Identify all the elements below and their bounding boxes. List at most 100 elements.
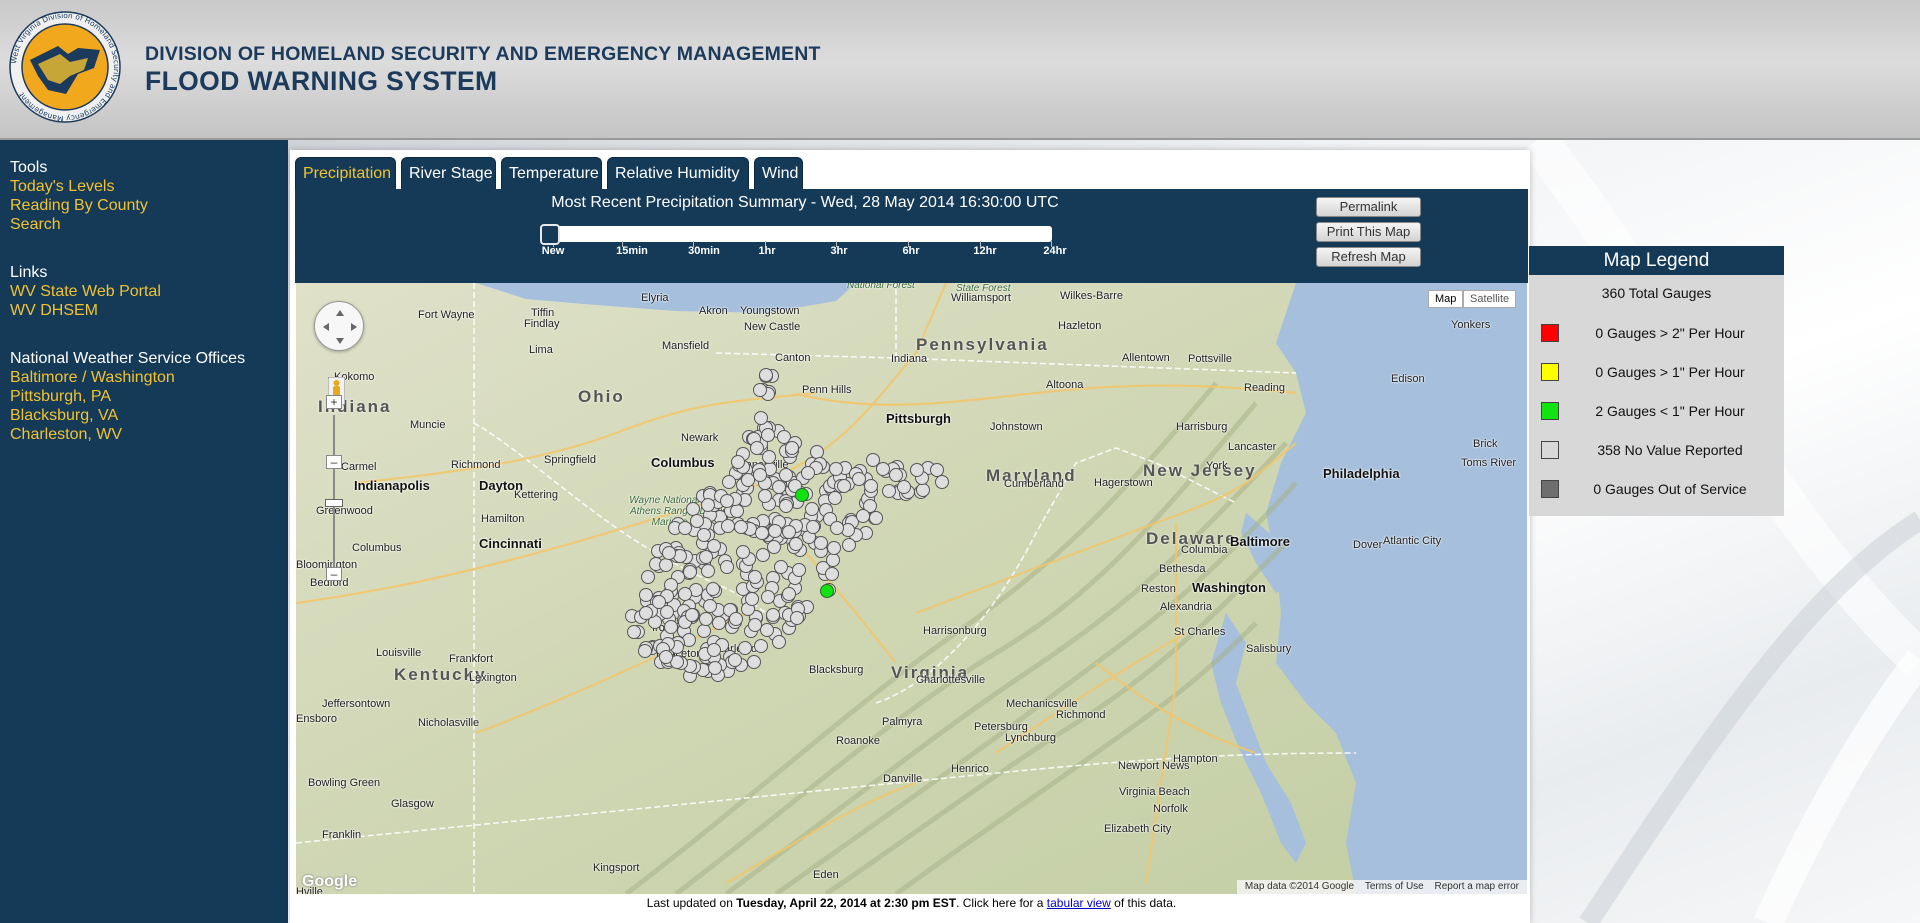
time-slider-handle[interactable] xyxy=(540,224,560,245)
gauge-marker[interactable] xyxy=(851,472,866,487)
gauge-marker[interactable] xyxy=(638,588,653,602)
gauge-marker[interactable] xyxy=(698,549,713,564)
map-type-map-button[interactable]: Map xyxy=(1428,290,1464,308)
tab-river-stage[interactable]: River Stage xyxy=(401,157,496,190)
gauge-marker[interactable] xyxy=(935,474,949,489)
gauge-marker[interactable] xyxy=(747,617,762,632)
sidebar-link-wv-portal[interactable]: WV State Web Portal xyxy=(10,282,278,301)
tab-temperature[interactable]: Temperature xyxy=(501,157,602,190)
gauge-marker[interactable] xyxy=(661,546,676,560)
gauge-marker[interactable] xyxy=(738,640,752,655)
report-map-error-link[interactable]: Report a map error xyxy=(1435,881,1519,892)
gauge-marker[interactable] xyxy=(792,563,806,578)
gauge-marker[interactable] xyxy=(766,607,781,622)
gauge-marker[interactable] xyxy=(659,650,674,665)
gauge-marker[interactable] xyxy=(829,520,844,535)
gauge-marker[interactable] xyxy=(728,612,743,627)
gauge-marker[interactable] xyxy=(757,489,772,504)
gauge-marker[interactable] xyxy=(707,643,722,658)
gauge-marker[interactable] xyxy=(626,624,641,639)
gauge-marker[interactable] xyxy=(779,498,794,513)
gauge-marker[interactable] xyxy=(826,553,841,568)
gauge-marker[interactable] xyxy=(836,479,851,494)
gauge-marker[interactable] xyxy=(881,483,896,498)
gauge-marker[interactable] xyxy=(730,454,745,469)
sidebar-link-nws-blacksburg[interactable]: Blacksburg, VA xyxy=(10,406,278,425)
gauge-marker[interactable] xyxy=(760,589,775,604)
gauge-marker[interactable] xyxy=(753,382,768,397)
gauge-marker[interactable] xyxy=(734,519,748,534)
gauge-marker[interactable] xyxy=(768,524,782,539)
map-type-satellite-button[interactable]: Satellite xyxy=(1463,290,1517,308)
gauge-marker[interactable] xyxy=(772,635,786,650)
gauge-marker[interactable] xyxy=(747,655,762,669)
gauge-marker[interactable] xyxy=(677,586,692,601)
gauge-marker[interactable] xyxy=(767,540,782,555)
gauge-marker[interactable] xyxy=(825,567,840,582)
gauge-marker[interactable] xyxy=(916,483,931,498)
print-map-button[interactable]: Print This Map xyxy=(1316,222,1421,242)
sidebar-link-nws-charleston[interactable]: Charleston, WV xyxy=(10,425,278,444)
gauge-marker[interactable] xyxy=(774,560,788,575)
gauge-marker[interactable] xyxy=(758,368,773,382)
gauge-marker[interactable] xyxy=(705,582,720,597)
sidebar-link-nws-pittsburgh[interactable]: Pittsburgh, PA xyxy=(10,387,278,406)
gauge-marker[interactable] xyxy=(720,494,734,509)
gauge-marker[interactable] xyxy=(761,450,776,465)
gauge-map[interactable]: Pennsylvania Ohio Indiana Maryland New J… xyxy=(296,283,1527,894)
gauge-marker[interactable] xyxy=(761,427,776,442)
gauge-marker[interactable] xyxy=(863,478,878,493)
gauge-marker[interactable] xyxy=(698,611,713,626)
zoom-slider-handle[interactable] xyxy=(325,499,343,507)
gauge-marker[interactable] xyxy=(736,544,751,559)
gauge-marker[interactable] xyxy=(652,595,667,610)
gauge-marker[interactable] xyxy=(753,410,768,425)
permalink-button[interactable]: Permalink xyxy=(1316,197,1421,217)
gauge-marker[interactable] xyxy=(760,622,775,637)
gauge-marker[interactable] xyxy=(855,509,870,524)
gauge-marker[interactable] xyxy=(744,591,759,606)
zoom-out-button[interactable]: – xyxy=(326,567,342,581)
gauge-marker[interactable] xyxy=(703,598,717,613)
gauge-marker[interactable] xyxy=(685,608,700,622)
gauge-marker[interactable] xyxy=(752,467,767,482)
zoom-in-button[interactable]: + xyxy=(326,395,342,409)
gauge-marker[interactable] xyxy=(682,564,697,579)
gauge-marker[interactable] xyxy=(788,537,803,552)
terms-of-use-link[interactable]: Terms of Use xyxy=(1365,881,1424,892)
gauge-marker[interactable] xyxy=(696,528,711,543)
gauge-marker[interactable] xyxy=(784,440,799,455)
gauge-marker[interactable] xyxy=(690,514,704,528)
gauge-marker[interactable] xyxy=(782,525,796,540)
time-slider-track[interactable] xyxy=(540,226,1052,242)
gauge-marker[interactable] xyxy=(727,652,742,667)
gauge-marker[interactable] xyxy=(677,520,692,535)
gauge-marker[interactable] xyxy=(700,497,715,512)
gauge-marker[interactable] xyxy=(829,462,844,477)
gauge-marker[interactable] xyxy=(701,564,716,579)
tabular-view-link[interactable]: tabular view xyxy=(1047,896,1111,910)
refresh-map-button[interactable]: Refresh Map xyxy=(1316,247,1421,267)
gauge-marker[interactable] xyxy=(782,586,797,601)
gauge-marker[interactable] xyxy=(876,461,890,476)
gauge-marker[interactable] xyxy=(638,643,653,658)
sidebar-link-search[interactable]: Search xyxy=(10,215,278,234)
gauge-marker[interactable] xyxy=(897,479,912,494)
gauge-marker[interactable] xyxy=(804,502,819,517)
gauge-marker[interactable] xyxy=(640,569,655,584)
sidebar-link-nws-baltimore[interactable]: Baltimore / Washington xyxy=(10,368,278,387)
gauge-marker[interactable] xyxy=(805,519,820,534)
gauge-marker[interactable] xyxy=(753,638,768,653)
gauge-marker[interactable] xyxy=(869,510,884,525)
gauge-marker[interactable] xyxy=(813,535,828,550)
gauge-marker[interactable] xyxy=(750,441,765,456)
tab-relative-humidity[interactable]: Relative Humidity xyxy=(607,157,749,190)
gauge-marker[interactable] xyxy=(720,559,734,574)
gauge-marker[interactable] xyxy=(721,475,736,490)
tab-precipitation[interactable]: Precipitation xyxy=(295,157,396,190)
zoom-slider-track[interactable] xyxy=(333,415,335,575)
gauge-marker[interactable] xyxy=(827,541,842,556)
gauge-marker[interactable] xyxy=(800,465,815,480)
gauge-marker-active[interactable] xyxy=(795,488,809,502)
gauge-marker[interactable] xyxy=(708,660,723,675)
